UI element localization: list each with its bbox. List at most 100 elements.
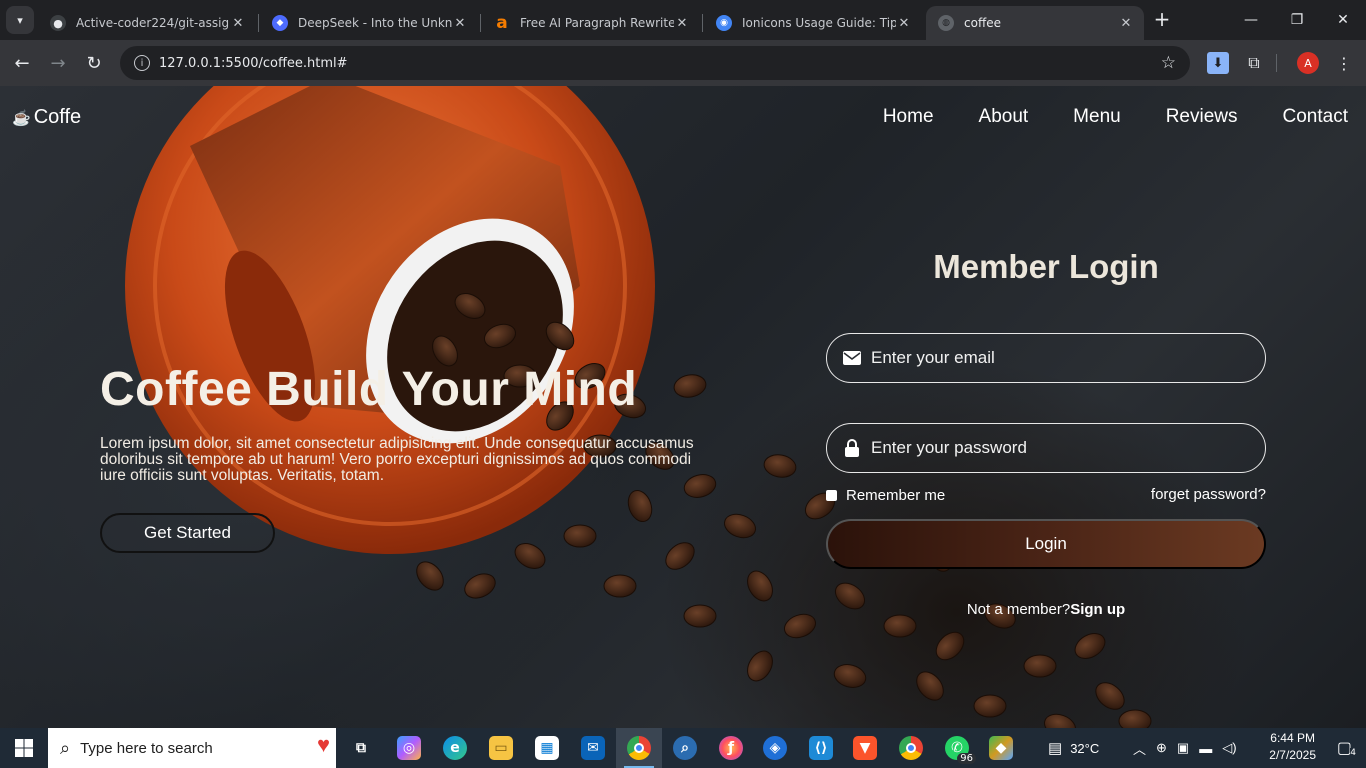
notification-count: 4 xyxy=(1350,748,1356,758)
extensions-icon[interactable]: ⧉ xyxy=(1243,52,1265,74)
tab-ionicons-guide[interactable]: ◉ Ionicons Usage Guide: Tips f ✕ xyxy=(704,6,922,40)
remember-me-label: Remember me xyxy=(846,487,946,504)
toolbar-divider xyxy=(1276,54,1277,72)
close-tab-icon[interactable]: ✕ xyxy=(1118,16,1134,31)
taskbar-clock[interactable]: 6:44 PM 2/7/2025 xyxy=(1269,730,1316,764)
edge-icon[interactable]: e xyxy=(432,728,478,768)
browser-toolbar: ← → ↻ i 127.0.0.1:5500/coffee.html# ☆ ⬇ … xyxy=(0,40,1366,86)
hero-title: Coffee Build Your Mind xyxy=(100,363,638,416)
password-placeholder: Enter your password xyxy=(871,438,1027,457)
tab-title: coffee xyxy=(964,16,1001,30)
microsoft-store-icon[interactable]: ▦ xyxy=(524,728,570,768)
file-explorer-icon[interactable]: ▭ xyxy=(478,728,524,768)
tab-deepseek[interactable]: ◆ DeepSeek - Into the Unknow ✕ xyxy=(260,6,478,40)
email-field[interactable]: Enter your email xyxy=(826,333,1266,383)
deepseek-icon: ◆ xyxy=(272,15,288,31)
weather-widget[interactable]: ▤ 32°C xyxy=(1048,728,1099,768)
language-icon[interactable]: ⊕ xyxy=(1156,740,1167,756)
tray-chevron-icon[interactable]: ︿ xyxy=(1133,739,1146,758)
system-tray: ︿ ⊕ ▣ ▬ ◁) xyxy=(1133,728,1237,768)
sign-up-link[interactable]: Sign up xyxy=(1070,601,1125,618)
volume-icon[interactable]: ◁) xyxy=(1222,740,1236,756)
tab-title: Active-coder224/git-assignm xyxy=(76,16,230,30)
tab-search-button[interactable]: ▾ xyxy=(6,6,34,34)
rewriter-icon: a xyxy=(496,13,508,33)
copilot-icon[interactable]: ◎ xyxy=(386,728,432,768)
git-tool-icon[interactable]: ◆ xyxy=(978,728,1024,768)
page-viewport: ☕ Coffe Home About Menu Reviews Contact … xyxy=(0,86,1366,728)
site-info-icon[interactable]: i xyxy=(134,55,150,71)
windows-logo-icon xyxy=(15,739,33,757)
weather-icon: ▤ xyxy=(1048,740,1063,757)
nav-link-reviews[interactable]: Reviews xyxy=(1166,106,1238,128)
whatsapp-unread-badge: 96 xyxy=(957,753,976,764)
close-window-button[interactable]: ✕ xyxy=(1320,6,1366,34)
chrome-profile-icon[interactable] xyxy=(888,728,934,768)
taskbar-search-box[interactable]: ⌕ Type here to search ♥ xyxy=(48,728,336,768)
tab-title: Ionicons Usage Guide: Tips f xyxy=(742,16,896,30)
mail-app-icon[interactable]: ✉ xyxy=(570,728,616,768)
search-highlight-icon: ♥ xyxy=(316,732,330,757)
login-button[interactable]: Login xyxy=(826,519,1266,569)
close-tab-icon[interactable]: ✕ xyxy=(674,16,690,31)
download-icon[interactable]: ⬇ xyxy=(1207,52,1229,74)
nav-link-contact[interactable]: Contact xyxy=(1283,106,1348,128)
browser-tab-strip: ▾ ● Active-coder224/git-assignm ✕ ◆ Deep… xyxy=(0,0,1366,40)
get-started-button[interactable]: Get Started xyxy=(100,513,275,553)
address-bar[interactable]: i 127.0.0.1:5500/coffee.html# ☆ xyxy=(120,46,1190,80)
not-member-text: Not a member? xyxy=(966,601,1071,618)
magnifier-app-icon[interactable]: ⌕ xyxy=(662,728,708,768)
search-icon: ⌕ xyxy=(60,737,71,758)
browser-menu-icon[interactable]: ⋮ xyxy=(1333,52,1355,74)
tab-title: Free AI Paragraph Rewriter xyxy=(520,16,674,30)
clock-time: 6:44 PM xyxy=(1270,731,1315,745)
task-view-icon[interactable]: ⧉ xyxy=(338,728,384,768)
password-field[interactable]: Enter your password xyxy=(826,423,1266,473)
email-placeholder: Enter your email xyxy=(871,348,995,367)
vscode-icon[interactable]: ⟨⟩ xyxy=(798,728,844,768)
browser-app-icon[interactable]: ◈ xyxy=(752,728,798,768)
brand-logo[interactable]: ☕ Coffe xyxy=(12,106,81,129)
tab-github[interactable]: ● Active-coder224/git-assignm ✕ xyxy=(38,6,256,40)
chrome-icon[interactable] xyxy=(616,728,662,768)
mail-icon xyxy=(843,349,861,367)
tab-coffee[interactable]: ◍ coffee ✕ xyxy=(926,6,1144,40)
weather-temp: 32°C xyxy=(1070,740,1100,756)
url-text: 127.0.0.1:5500/coffee.html# xyxy=(159,55,348,71)
checkbox-box[interactable] xyxy=(826,490,837,501)
restore-button[interactable]: ❐ xyxy=(1274,6,1320,34)
globe-icon: ◍ xyxy=(938,15,954,31)
lock-icon xyxy=(843,439,861,457)
remember-me-checkbox[interactable]: Remember me xyxy=(826,487,945,504)
nav-link-menu[interactable]: Menu xyxy=(1073,106,1121,128)
close-tab-icon[interactable]: ✕ xyxy=(230,16,246,31)
new-tab-button[interactable]: + xyxy=(1150,8,1174,32)
start-button[interactable] xyxy=(0,728,48,768)
search-placeholder: Type here to search xyxy=(80,739,213,757)
tab-divider xyxy=(480,14,481,32)
minimize-button[interactable]: — xyxy=(1228,6,1274,34)
bookmark-star-icon[interactable]: ☆ xyxy=(1161,53,1176,73)
back-button[interactable]: ← xyxy=(7,48,37,78)
tab-divider xyxy=(258,14,259,32)
forgot-password-link[interactable]: forget password? xyxy=(1151,486,1266,503)
brand-name: Coffe xyxy=(33,106,82,128)
close-tab-icon[interactable]: ✕ xyxy=(452,16,468,31)
tab-paragraph-rewriter[interactable]: a Free AI Paragraph Rewriter ✕ xyxy=(482,6,700,40)
firefox-icon[interactable]: ƒ xyxy=(708,728,754,768)
profile-avatar[interactable]: A xyxy=(1297,52,1319,74)
brave-icon[interactable]: ▼ xyxy=(842,728,888,768)
nav-link-home[interactable]: Home xyxy=(883,106,934,128)
meet-now-icon[interactable]: ▣ xyxy=(1177,740,1189,756)
forward-button[interactable]: → xyxy=(43,48,73,78)
whatsapp-icon[interactable]: ✆ 96 xyxy=(934,728,980,768)
battery-icon[interactable]: ▬ xyxy=(1199,741,1212,756)
reload-button[interactable]: ↻ xyxy=(79,48,109,78)
tab-divider xyxy=(702,14,703,32)
coffee-cup-icon: ☕ xyxy=(12,109,31,127)
nav-link-about[interactable]: About xyxy=(979,106,1029,128)
github-icon: ● xyxy=(50,15,66,31)
close-tab-icon[interactable]: ✕ xyxy=(896,16,912,31)
login-title: Member Login xyxy=(933,248,1159,285)
windows-taskbar: ⌕ Type here to search ♥ ⧉ ◎ e ▭ ▦ ✉ ⌕ ƒ … xyxy=(0,728,1366,768)
